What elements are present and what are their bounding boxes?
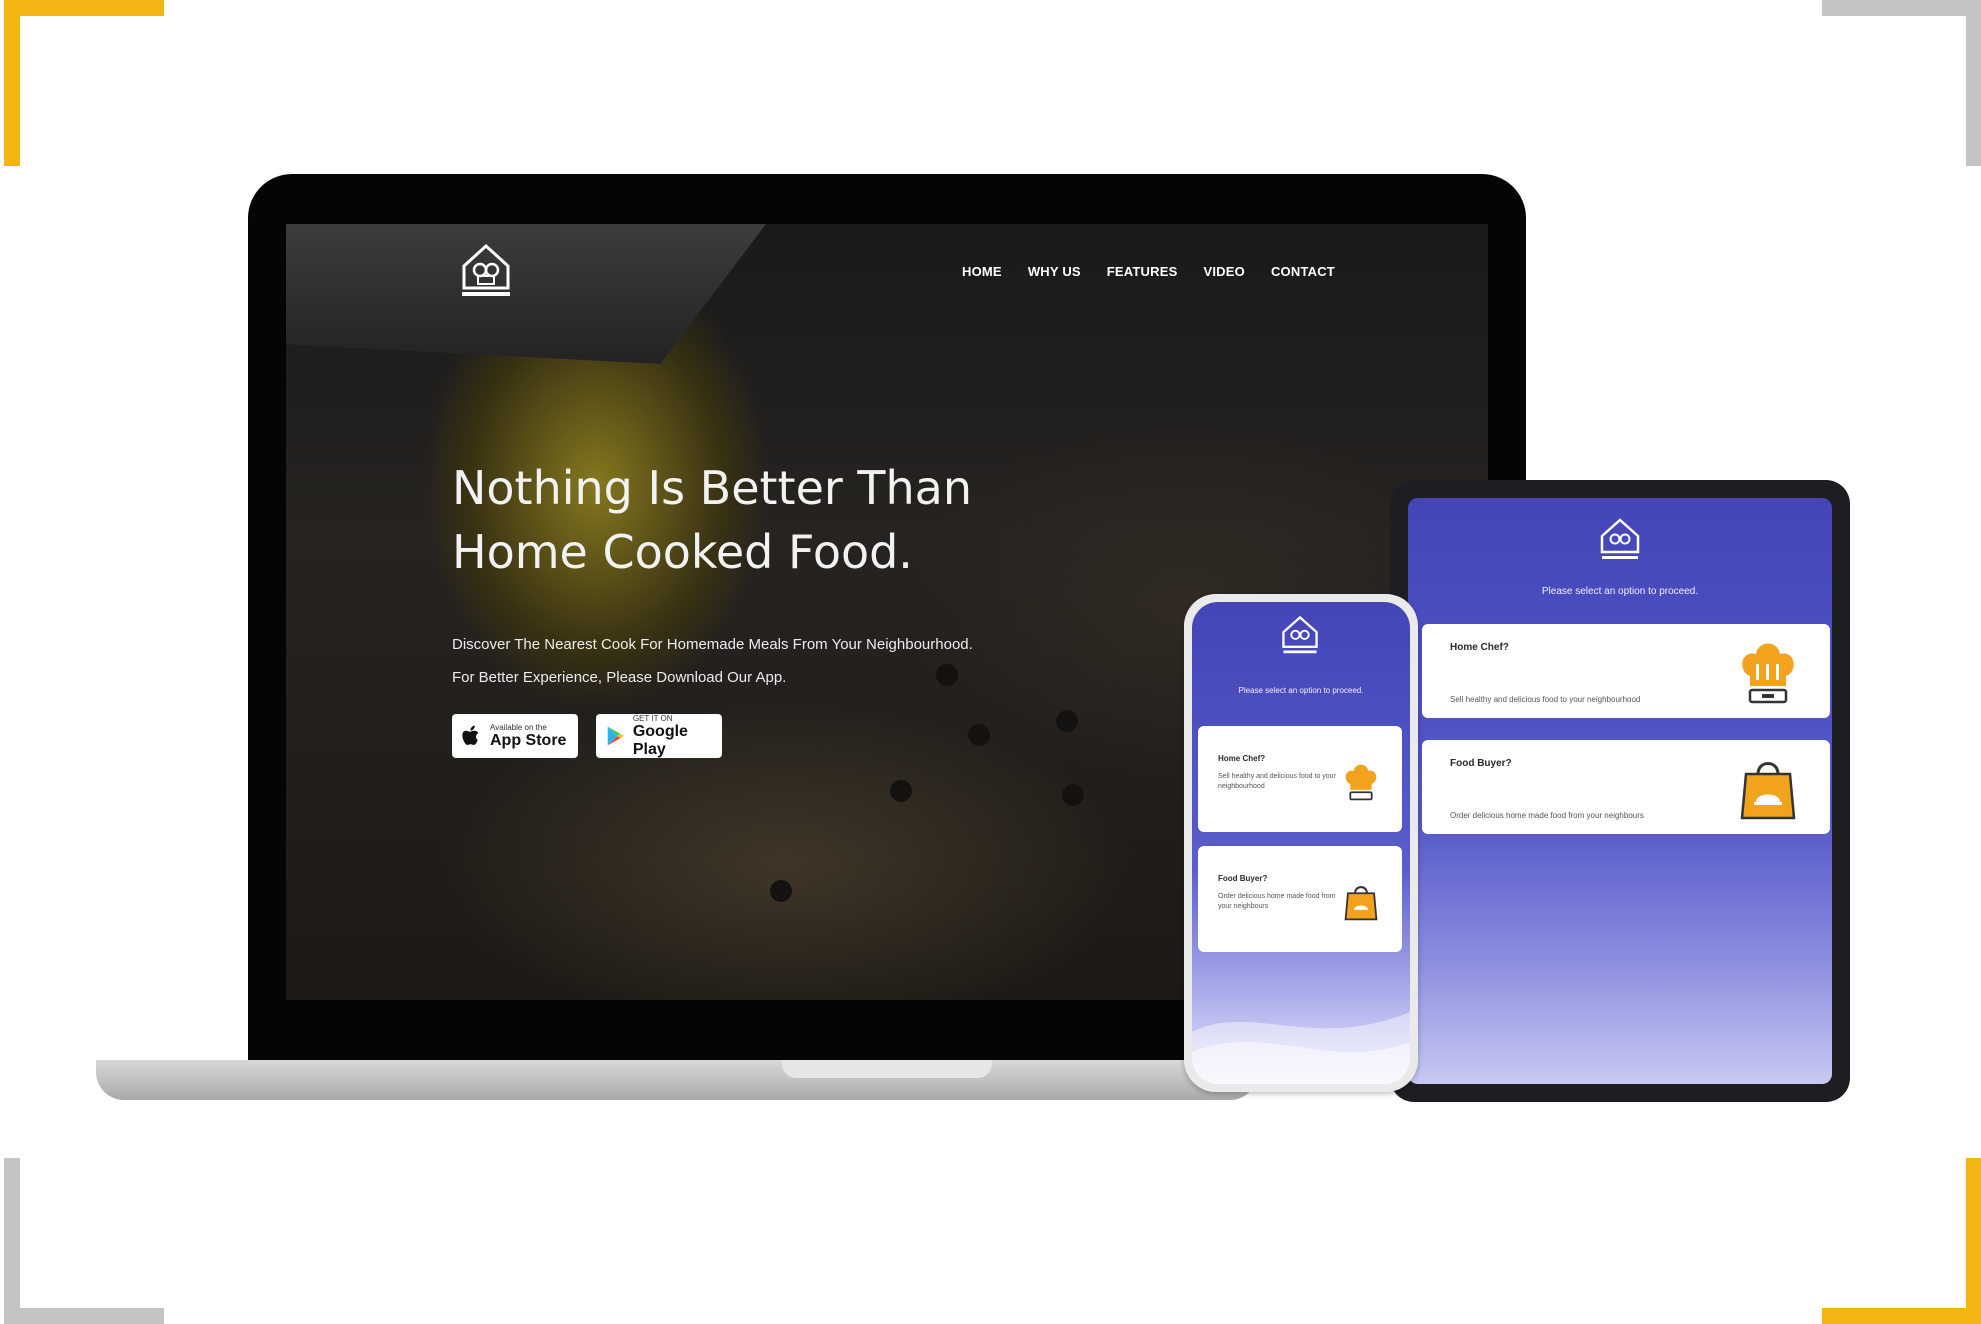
nav-home[interactable]: HOME	[962, 264, 1002, 279]
phone-home-chef-card[interactable]: Home Chef? Sell healthy and delicious fo…	[1198, 726, 1402, 832]
tablet-home-chef-card[interactable]: Home Chef? Sell healthy and delicious fo…	[1422, 624, 1830, 718]
google-play-small-label: GET IT ON	[632, 713, 673, 723]
hero-subtitle: Discover The Nearest Cook For Homemade M…	[452, 628, 1072, 694]
peppercorn	[1056, 710, 1078, 732]
home-chef-logo-icon	[1282, 615, 1318, 654]
tablet-screen: Please select an option to proceed. Home…	[1408, 498, 1832, 1084]
chef-hat-icon	[1742, 643, 1794, 704]
peppercorn	[890, 780, 912, 802]
hero-title-line2: Home Cooked Food.	[452, 525, 913, 579]
apple-icon	[462, 725, 479, 745]
food-buyer-desc: Order delicious home made food from your…	[1450, 811, 1644, 820]
hero-subtitle-line2: For Better Experience, Please Download O…	[452, 669, 787, 686]
hero-subtitle-line1: Discover The Nearest Cook For Homemade M…	[452, 636, 973, 653]
corner-top-left-horizontal	[4, 0, 164, 16]
hero-title-line1: Nothing Is Better Than	[452, 461, 973, 515]
home-chef-desc: Sell healthy and delicious food to your …	[1218, 773, 1336, 790]
corner-bottom-right-vertical	[1966, 1158, 1981, 1324]
phone-prompt: Please select an option to proceed.	[1238, 686, 1364, 695]
google-play-big-label: Google Play	[632, 722, 688, 758]
nav-features[interactable]: FEATURES	[1107, 264, 1178, 279]
peppercorn	[968, 724, 990, 746]
hero-title: Nothing Is Better Than Home Cooked Food.	[452, 456, 1052, 584]
corner-top-right-horizontal	[1822, 0, 1981, 16]
knife-image	[286, 224, 766, 364]
peppercorn	[770, 880, 792, 902]
app-store-small-label: Available on the	[490, 722, 547, 732]
food-buyer-title: Food Buyer?	[1218, 874, 1268, 883]
shopping-bag-icon	[1740, 762, 1796, 820]
corner-bottom-left-horizontal	[4, 1308, 164, 1324]
home-chef-desc: Sell healthy and delicious food to your …	[1450, 695, 1641, 704]
nav-video[interactable]: VIDEO	[1203, 264, 1244, 279]
site-nav: HOME WHY US FEATURES VIDEO CONTACT	[962, 264, 1335, 279]
shopping-bag-icon	[1344, 886, 1378, 921]
home-chef-logo-icon	[1600, 518, 1640, 559]
tablet-prompt: Please select an option to proceed.	[1541, 586, 1699, 597]
tablet-food-buyer-card[interactable]: Food Buyer? Order delicious home made fo…	[1422, 740, 1830, 834]
phone-wave-decoration	[1192, 1012, 1410, 1084]
corner-bottom-right-horizontal	[1822, 1308, 1981, 1324]
phone-screen: Please select an option to proceed. Home…	[1192, 602, 1410, 1084]
laptop-notch	[782, 1060, 992, 1078]
corner-bottom-left-vertical	[4, 1158, 20, 1324]
corner-top-left-vertical	[4, 0, 20, 166]
food-buyer-desc: Order delicious home made food from your…	[1218, 893, 1336, 910]
laptop-base	[96, 1060, 1258, 1100]
google-play-button[interactable]: GET IT ON Google Play	[596, 714, 722, 758]
google-play-icon	[607, 726, 624, 746]
chef-hat-icon	[1345, 764, 1377, 801]
home-chef-logo-icon[interactable]	[456, 238, 516, 300]
phone-food-buyer-card[interactable]: Food Buyer? Order delicious home made fo…	[1198, 846, 1402, 952]
app-store-big-label: App Store	[490, 731, 567, 749]
app-store-button[interactable]: Available on the App Store	[452, 714, 578, 758]
peppercorn	[1062, 784, 1084, 806]
corner-top-right-vertical	[1966, 0, 1981, 166]
nav-why-us[interactable]: WHY US	[1028, 264, 1081, 279]
nav-contact[interactable]: CONTACT	[1271, 264, 1335, 279]
home-chef-title: Home Chef?	[1218, 754, 1266, 763]
